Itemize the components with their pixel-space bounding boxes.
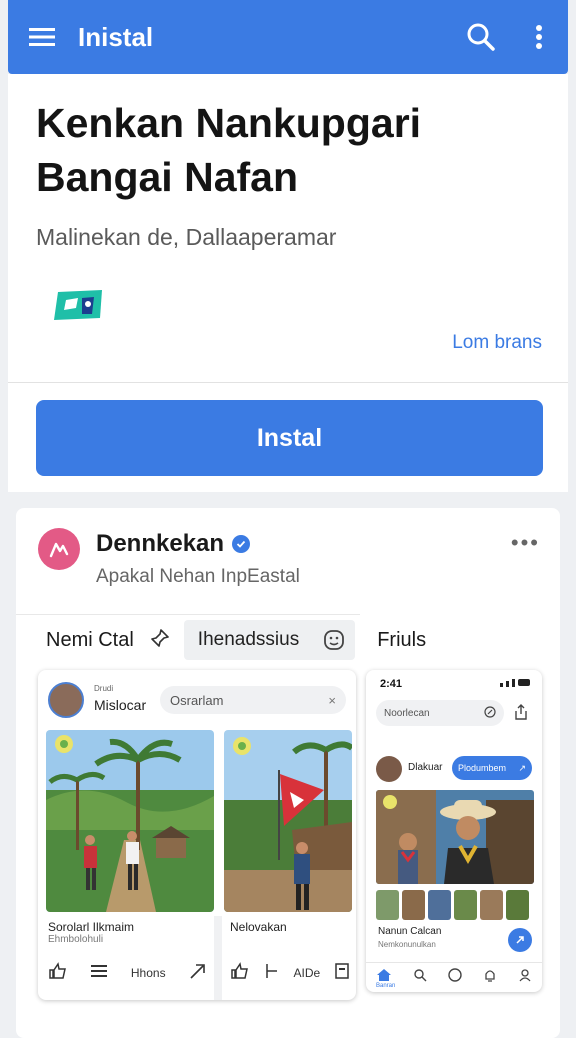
preview-thumbnails[interactable]	[376, 890, 534, 920]
tab-three[interactable]: Friuls	[377, 629, 426, 652]
feed-search-text: Osrarlam	[170, 692, 224, 708]
preview-photo[interactable]	[376, 790, 534, 884]
bookmark-icon[interactable]	[334, 962, 350, 983]
preview-bottom-nav: Banran	[366, 962, 542, 992]
comment-icon[interactable]	[90, 963, 108, 982]
compose-fab-icon[interactable]	[508, 928, 532, 952]
app-name-heading: Kenkan Nankupgari Bangai Nafan	[36, 100, 422, 200]
hamburger-menu-icon[interactable]	[8, 0, 78, 74]
avatar[interactable]	[376, 756, 402, 782]
status-bar-icons	[500, 679, 530, 687]
post-actions-right: AIDe	[230, 962, 350, 983]
palm-village-photo[interactable]	[46, 730, 214, 912]
feed-meta: Drudi	[94, 684, 114, 693]
app-bar: Inistal	[8, 0, 568, 74]
preview-caption-sub: Nemkonunulkan	[378, 940, 436, 949]
search-icon[interactable]	[452, 0, 510, 74]
share-icon[interactable]	[514, 704, 528, 725]
developer-subtitle: Malinekan de, Dallaaperamar	[36, 224, 337, 250]
app-logo-icon	[52, 288, 104, 329]
like-icon[interactable]	[230, 962, 250, 983]
post-menu-icon[interactable]: •••	[511, 530, 540, 556]
edit-icon[interactable]	[484, 705, 496, 721]
actions-left-label[interactable]: Hhons	[131, 966, 166, 980]
tab-one[interactable]: Nemi Ctal	[46, 629, 134, 652]
author-name-row[interactable]: Dennkekan	[96, 530, 251, 558]
preview-username[interactable]: Dlakuar	[408, 762, 442, 773]
more-link[interactable]: Lom brans	[452, 332, 542, 354]
feed-search-input[interactable]: Osrarlam ×	[160, 686, 346, 714]
smiley-icon[interactable]	[448, 968, 462, 987]
preview-caption: Nanun Calcan	[378, 926, 442, 937]
search-icon[interactable]	[413, 968, 427, 987]
post-actions-left: Hhons	[48, 962, 208, 983]
divider	[16, 614, 360, 615]
nav-home-label: Banran	[376, 983, 396, 989]
save-icon[interactable]	[264, 963, 280, 982]
app-title: Inistal	[78, 21, 154, 52]
feed-preview-card: Drudi Mislocar Osrarlam × Sorolarl Ilkma…	[38, 670, 356, 1000]
author-avatar[interactable]	[38, 528, 80, 570]
install-button[interactable]: Instal	[36, 400, 543, 476]
app-listing-header: Kenkan Nankupgari Bangai Nafan Malinekan…	[8, 74, 568, 492]
flag-village-photo[interactable]	[224, 730, 352, 912]
preview-search-input[interactable]: Noorlecan	[376, 700, 504, 726]
like-icon[interactable]	[48, 962, 68, 983]
close-icon[interactable]: ×	[328, 693, 336, 708]
divider	[214, 916, 222, 1000]
photo-caption-left: Sorolarl Ilkmaim	[48, 920, 135, 934]
share-arrow-icon[interactable]	[188, 962, 208, 983]
tab-two[interactable]: Ihenadssius	[183, 620, 356, 660]
bell-icon[interactable]	[483, 968, 497, 987]
post-subtitle: Apakal Nehan InpEastal	[96, 566, 300, 587]
phone-screenshot-preview[interactable]: 2:41 Noorlecan Dlakuar Plodumbem ↗ Nanun…	[366, 670, 542, 992]
post-tabs: Nemi Ctal Ihenadssius Friuls	[16, 618, 560, 662]
follow-button[interactable]: Plodumbem ↗	[452, 756, 532, 780]
follow-label: Plodumbem	[458, 763, 507, 773]
post-card: Dennkekan ••• Apakal Nehan InpEastal Nem…	[16, 508, 560, 1038]
tab-two-label: Ihenadssius	[197, 629, 300, 650]
follow-arrow-icon: ↗	[518, 762, 526, 773]
smiley-icon	[324, 630, 345, 650]
more-vert-icon[interactable]	[510, 0, 568, 74]
author-name[interactable]: Dennkekan	[96, 530, 224, 558]
profile-icon[interactable]	[518, 968, 532, 987]
avatar[interactable]	[48, 682, 84, 718]
preview-search-text: Noorlecan	[384, 707, 430, 719]
feed-username[interactable]: Mislocar	[94, 697, 146, 713]
status-time: 2:41	[380, 678, 403, 690]
photo-caption-left-sub: Ehmbolohuli	[48, 934, 104, 945]
divider	[8, 382, 568, 383]
actions-right-label[interactable]: AIDe	[294, 966, 321, 980]
photo-caption-right: Nelovakan	[230, 920, 287, 934]
pin-icon[interactable]	[150, 628, 170, 653]
verified-badge-icon	[232, 535, 251, 553]
